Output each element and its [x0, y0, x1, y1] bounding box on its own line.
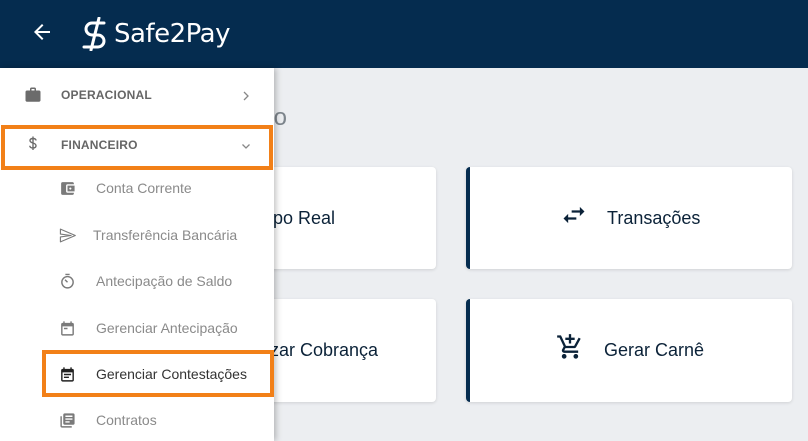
card-cobranca[interactable]: zar Cobrança: [254, 299, 436, 402]
sidebar-group-label: FINANCEIRO: [61, 138, 138, 152]
sidebar-item-label: Contratos: [96, 412, 157, 428]
card-tempo-real[interactable]: mpo Real: [254, 167, 436, 269]
sidebar-item-label: Gerenciar Antecipação: [96, 320, 238, 336]
calendar-list-icon: [59, 366, 76, 383]
sidebar-group-label: OPERACIONAL: [61, 88, 152, 102]
sidebar-item-label: Gerenciar Contestações: [96, 366, 247, 382]
sidebar-item-label: Transferência Bancária: [93, 227, 238, 243]
calendar-icon: [59, 320, 76, 337]
top-app-bar: Safe2Pay: [0, 0, 808, 68]
card-label: zar Cobrança: [270, 340, 379, 360]
card-label: Gerar Carnê: [604, 340, 705, 360]
sidebar-item-label: Antecipação de Saldo: [96, 273, 233, 289]
brand-name: Safe2Pay: [114, 19, 230, 49]
sidebar-item-label: Conta Corrente: [96, 180, 192, 196]
add-cart-icon: [556, 333, 584, 361]
chevron-down-icon: [240, 139, 252, 151]
sidebar-item-conta-corrente[interactable]: Conta Corrente: [0, 168, 274, 208]
sidebar-group-financeiro[interactable]: FINANCEIRO: [0, 121, 274, 169]
brand[interactable]: Safe2Pay: [80, 16, 230, 52]
timer-icon: [59, 273, 76, 290]
dollar-icon: [26, 136, 40, 154]
arrow-left-icon[interactable]: [30, 20, 54, 44]
chevron-right-icon: [240, 89, 252, 101]
card-gerar-carne[interactable]: Gerar Carnê: [466, 299, 792, 402]
wallet-icon: [59, 180, 76, 197]
sidebar-item-contratos[interactable]: Contratos: [0, 400, 274, 440]
swap-arrows-icon: [560, 201, 588, 229]
sidebar-item-gerenciar-antecipacao[interactable]: Gerenciar Antecipação: [0, 308, 274, 348]
sidebar-item-transferencia-bancaria[interactable]: Transferência Bancária: [0, 215, 274, 255]
sidebar-item-antecipacao-saldo[interactable]: Antecipação de Saldo: [0, 261, 274, 301]
safe2pay-logo-icon: [80, 16, 110, 52]
sidebar-item-gerenciar-contestacoes[interactable]: Gerenciar Contestações: [0, 354, 274, 394]
sidebar: OPERACIONAL FINANCEIRO Conta Corrente Tr…: [0, 68, 274, 441]
card-label: Transações: [607, 207, 701, 228]
send-icon: [59, 227, 76, 244]
document-list-icon: [59, 412, 76, 429]
card-transacoes[interactable]: Transações: [466, 167, 792, 269]
briefcase-icon: [24, 86, 42, 104]
sidebar-group-operacional[interactable]: OPERACIONAL: [0, 71, 274, 119]
